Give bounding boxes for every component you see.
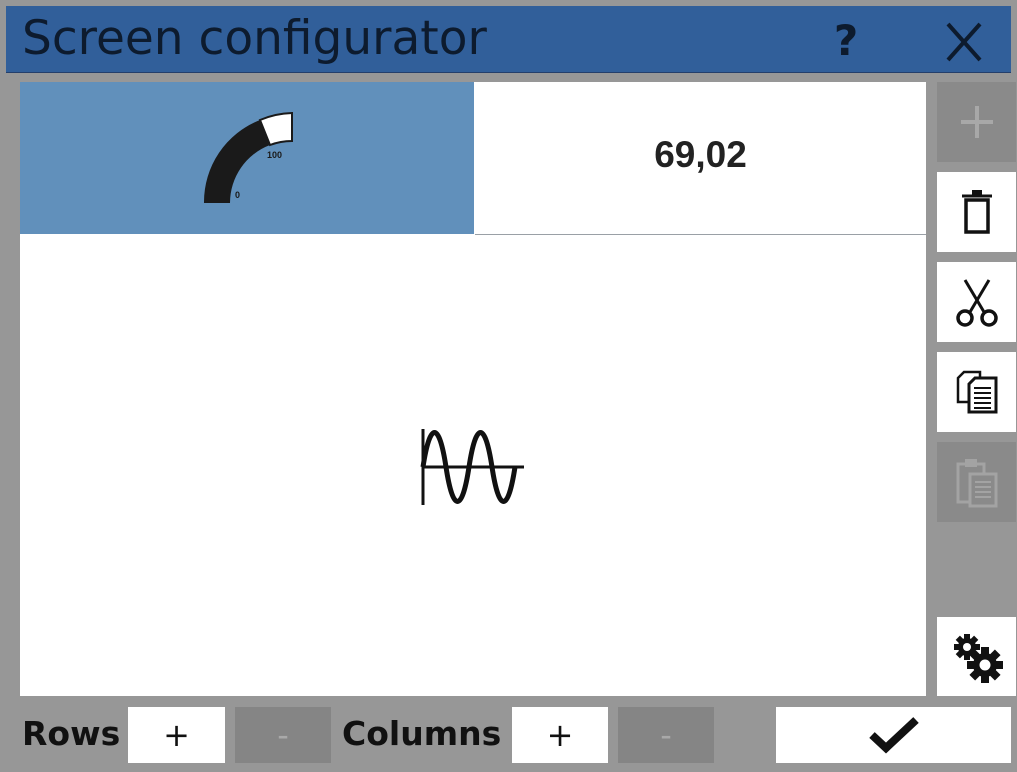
gauge-scale-min: 0 — [235, 190, 240, 200]
copy-widget-button[interactable] — [937, 352, 1016, 432]
add-widget-button[interactable] — [937, 82, 1016, 162]
paste-icon — [956, 459, 997, 508]
confirm-button[interactable] — [776, 707, 1011, 763]
trash-icon — [961, 190, 992, 234]
add-row-button[interactable]: + — [128, 707, 225, 763]
gauge-scale-max: 100 — [267, 150, 282, 160]
screen-layout-canvas: 0 100 69,02 — [20, 82, 926, 696]
widget-settings-button[interactable] — [937, 617, 1016, 696]
close-icon — [946, 22, 982, 62]
plus-icon — [960, 106, 993, 138]
numeric-value: 69,02 — [654, 134, 747, 175]
numeric-value-cell[interactable]: 69,02 — [475, 82, 926, 234]
gauge-cell[interactable]: 0 100 — [20, 82, 474, 234]
add-column-button[interactable]: + — [512, 707, 608, 763]
title-bar: Screen configurator ? — [6, 6, 1011, 73]
sine-wave-icon — [420, 429, 524, 505]
scissors-icon — [955, 279, 998, 327]
gauge-icon: 0 100 — [203, 111, 293, 203]
help-button[interactable]: ? — [818, 14, 874, 68]
checkmark-icon — [868, 717, 919, 754]
remove-row-button[interactable]: - — [235, 707, 331, 763]
rows-label: Rows — [22, 714, 121, 753]
remove-column-button[interactable]: - — [618, 707, 714, 763]
trend-chart-cell[interactable] — [20, 235, 926, 696]
paste-widget-button[interactable] — [937, 442, 1016, 522]
window-title: Screen configurator — [22, 11, 487, 66]
cut-widget-button[interactable] — [937, 262, 1016, 342]
close-button[interactable] — [936, 16, 992, 68]
columns-label: Columns — [342, 714, 502, 753]
gears-icon — [953, 633, 1003, 683]
delete-widget-button[interactable] — [937, 172, 1016, 252]
copy-icon — [956, 370, 997, 414]
